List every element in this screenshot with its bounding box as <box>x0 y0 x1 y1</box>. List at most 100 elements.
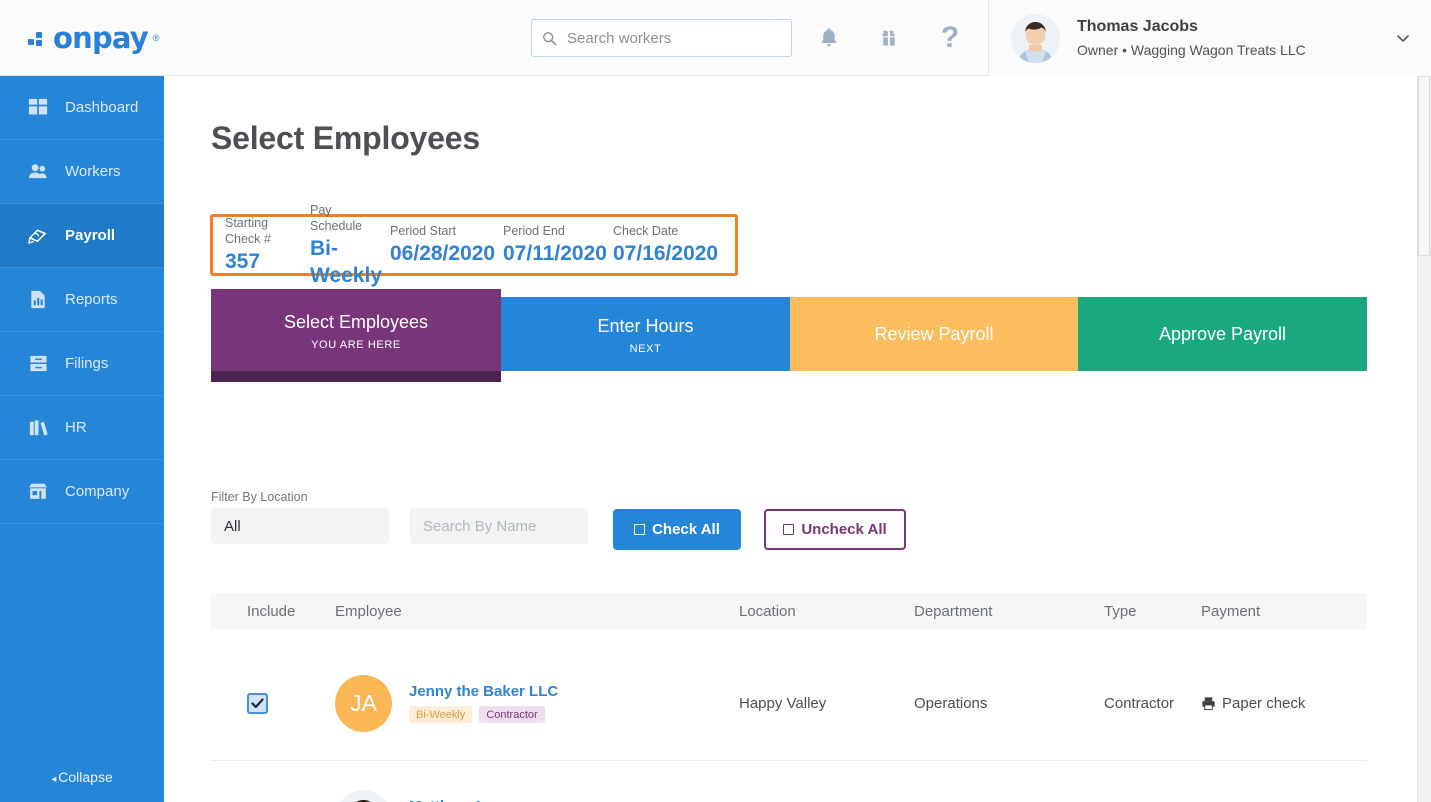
sidebar-label: Reports <box>65 291 118 308</box>
info-value: 357 <box>225 248 302 275</box>
info-label: Pay Schedule <box>310 202 382 234</box>
sidebar-item-hr[interactable]: HR <box>0 396 164 460</box>
step-review-payroll[interactable]: Review Payroll <box>790 297 1078 371</box>
table-header: Include Employee Location Department Typ… <box>211 593 1367 629</box>
uncheck-all-label: Uncheck All <box>801 521 886 538</box>
bell-icon[interactable] <box>815 24 843 52</box>
step-title: Approve Payroll <box>1159 322 1286 346</box>
collapse-sidebar-button[interactable]: ◂Collapse <box>0 769 164 785</box>
column-header-employee: Employee <box>335 603 739 620</box>
info-value: 07/11/2020 <box>503 240 605 267</box>
check-all-button[interactable]: Check All <box>613 509 741 550</box>
cell-location: Happy Valley <box>739 695 914 712</box>
column-header-department: Department <box>914 603 1104 620</box>
info-period-start: Period Start 06/28/2020 <box>390 223 503 267</box>
badge-department: Contractor <box>479 706 544 723</box>
user-role: Owner • Wagging Wagon Treats LLC <box>1077 40 1395 61</box>
info-pay-schedule: Pay Schedule Bi-Weekly <box>310 202 390 289</box>
main-content: Select Employees Starting Check # 357 Pa… <box>164 76 1417 802</box>
help-icon[interactable]: ? <box>936 24 964 52</box>
brand-logo[interactable]: onpay ® <box>0 0 500 76</box>
payment-label: Paper check <box>1222 695 1305 712</box>
workers-icon <box>27 161 49 183</box>
column-header-include: Include <box>211 603 335 620</box>
checkbox-square-icon <box>634 524 645 535</box>
sidebar-item-filings[interactable]: Filings <box>0 332 164 396</box>
step-subtitle: NEXT <box>630 343 662 355</box>
sidebar-label: Company <box>65 483 129 500</box>
step-title: Review Payroll <box>874 322 993 346</box>
sidebar-label: Filings <box>65 355 108 372</box>
table-row: JA Jenny the Baker LLC Bi-Weekly Contrac… <box>211 646 1367 761</box>
column-header-type: Type <box>1104 603 1201 620</box>
collapse-label: Collapse <box>58 769 112 785</box>
employee-name-link[interactable]: Matthew Ames <box>409 798 558 802</box>
avatar-initials: JA <box>350 690 377 717</box>
search-input[interactable] <box>565 29 781 48</box>
info-label: Period Start <box>390 223 495 239</box>
step-approve-payroll[interactable]: Approve Payroll <box>1078 297 1367 371</box>
reports-icon <box>27 289 49 311</box>
checkbox-square-icon <box>783 524 794 535</box>
avatar <box>1011 14 1060 63</box>
info-check-date: Check Date 07/16/2020 <box>613 223 723 267</box>
step-title: Enter Hours <box>597 314 693 338</box>
employee-name-link[interactable]: Jenny the Baker LLC <box>409 683 558 700</box>
info-value: Bi-Weekly <box>310 235 382 289</box>
location-select[interactable]: All <box>211 508 389 544</box>
payroll-steps: Select Employees YOU ARE HERE Enter Hour… <box>211 289 1367 371</box>
filings-icon <box>27 353 49 375</box>
logo-text: onpay <box>53 21 148 55</box>
step-select-employees[interactable]: Select Employees YOU ARE HERE <box>211 289 501 371</box>
sidebar-item-reports[interactable]: Reports <box>0 268 164 332</box>
top-bar: onpay ® ? <box>0 0 1431 76</box>
info-label: Period End <box>503 223 605 239</box>
cell-department: Operations <box>914 695 1104 712</box>
sidebar-item-payroll[interactable]: Payroll <box>0 204 164 268</box>
hr-icon <box>27 417 49 439</box>
step-title: Select Employees <box>284 310 428 334</box>
uncheck-all-button[interactable]: Uncheck All <box>764 509 906 550</box>
sidebar-label: Workers <box>65 163 121 180</box>
location-select-value: All <box>224 518 241 535</box>
badge-pay-schedule: Bi-Weekly <box>409 706 472 723</box>
table-row: Matthew Ames Bi-Weekly Management Happy … <box>211 761 1367 802</box>
column-header-location: Location <box>739 603 914 620</box>
search-box[interactable] <box>531 19 792 57</box>
onpay-dots-icon <box>28 29 48 47</box>
sidebar-item-workers[interactable]: Workers <box>0 140 164 204</box>
printer-icon <box>1201 696 1216 711</box>
sidebar-item-dashboard[interactable]: Dashboard <box>0 76 164 140</box>
page-title: Select Employees <box>211 120 480 157</box>
check-all-label: Check All <box>652 521 720 538</box>
registered-mark: ® <box>153 33 160 43</box>
info-period-end: Period End 07/11/2020 <box>503 223 613 267</box>
company-icon <box>27 481 49 503</box>
info-value: 06/28/2020 <box>390 240 495 267</box>
step-subtitle: YOU ARE HERE <box>311 339 401 351</box>
avatar <box>335 790 392 802</box>
vertical-scrollbar[interactable] <box>1417 76 1431 802</box>
scrollbar-thumb[interactable] <box>1418 76 1430 256</box>
info-label: Starting Check # <box>225 215 302 247</box>
user-menu[interactable]: Thomas Jacobs Owner • Wagging Wagon Trea… <box>988 0 1431 76</box>
search-icon <box>542 31 557 46</box>
chevron-down-icon[interactable] <box>1395 30 1411 46</box>
search-by-name-input[interactable] <box>410 508 588 544</box>
sidebar-item-company[interactable]: Company <box>0 460 164 524</box>
column-header-payment: Payment <box>1201 603 1367 620</box>
avatar: JA <box>335 675 392 732</box>
step-enter-hours[interactable]: Enter Hours NEXT <box>501 297 790 371</box>
filter-location-label: Filter By Location <box>211 490 308 504</box>
dashboard-icon <box>27 97 49 119</box>
payroll-icon <box>27 225 49 247</box>
cell-payment: Paper check <box>1201 695 1367 712</box>
sidebar-label: Dashboard <box>65 99 138 116</box>
gift-icon[interactable] <box>875 24 903 52</box>
payroll-info-bar: Starting Check # 357 Pay Schedule Bi-Wee… <box>210 214 738 276</box>
include-checkbox[interactable] <box>247 693 268 714</box>
app-root: onpay ® ? <box>0 0 1431 802</box>
sidebar-label: HR <box>65 419 87 436</box>
sidebar: Dashboard Workers Payroll <box>0 76 164 802</box>
info-value: 07/16/2020 <box>613 240 715 267</box>
